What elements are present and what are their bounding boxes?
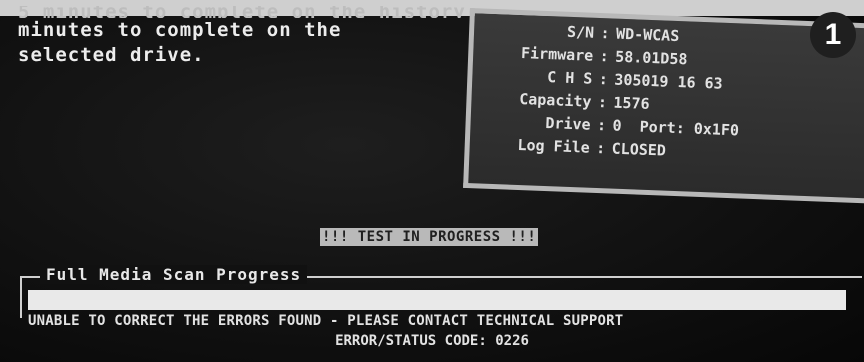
- info-value: 305019 16 63: [614, 70, 723, 93]
- scan-progress-title: Full Media Scan Progress: [40, 265, 308, 284]
- info-separator: :: [597, 92, 608, 112]
- intro-line-1: minutes to complete on the: [18, 19, 342, 41]
- info-row-firmware: Firmware:58.01D58: [473, 42, 688, 68]
- info-key: Firmware: [520, 43, 594, 65]
- test-status-banner: !!! TEST IN PROGRESS !!!: [320, 228, 539, 246]
- info-value: WD-WCAS: [615, 24, 680, 46]
- error-status-code: ERROR/STATUS CODE: 0226: [335, 333, 529, 349]
- info-row-serial: S/N: WD-WCAS: [474, 19, 680, 45]
- error-message: UNABLE TO CORRECT THE ERRORS FOUND - PLE…: [28, 313, 624, 329]
- info-row-capacity: Capacity:1576: [471, 88, 650, 113]
- diagnostic-screen: 5 minutes to complete on the history minu…: [0, 0, 864, 362]
- info-key: Log File: [517, 135, 591, 157]
- info-separator: :: [600, 24, 610, 43]
- intro-line-0: 5 minutes to complete on the history: [18, 6, 466, 18]
- info-separator: :: [596, 115, 607, 135]
- info-row-log-file: Log File: CLOSED: [469, 134, 666, 160]
- info-separator: :: [598, 70, 609, 89]
- info-key: C H S: [546, 68, 593, 88]
- drive-info-panel: S/N: WD-WCAS Firmware:58.01D58 C H S:3050…: [463, 8, 864, 204]
- info-key: Drive: [545, 113, 591, 134]
- info-separator: :: [595, 138, 606, 158]
- info-value: 1576: [613, 93, 650, 113]
- scan-progress-bar: [28, 290, 846, 310]
- info-value: 0 Port: 0x1F0: [612, 116, 740, 140]
- info-key: S/N: [566, 22, 595, 42]
- step-number-badge: 1: [810, 12, 856, 58]
- info-separator: :: [599, 47, 610, 66]
- info-value: 58.01D58: [614, 47, 688, 69]
- intro-text: 5 minutes to complete on the history minu…: [18, 6, 466, 68]
- info-value: CLOSED: [611, 139, 667, 160]
- info-key: Capacity: [518, 89, 592, 111]
- scan-progress-fill: [28, 290, 846, 310]
- intro-line-2: selected drive.: [18, 44, 205, 66]
